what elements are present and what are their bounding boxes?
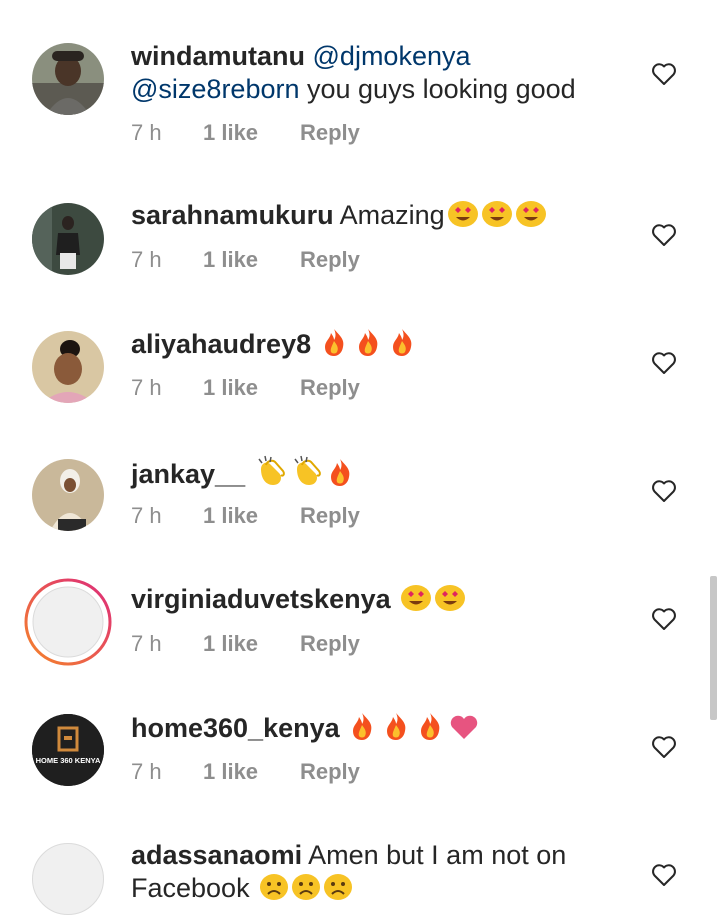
avatar[interactable] — [32, 843, 104, 915]
comment-likes[interactable]: 1 like — [203, 120, 258, 146]
comments-list: windamutanu @djmokenya @size8reborn you … — [0, 0, 720, 924]
clap-emoji-icon — [255, 455, 289, 495]
like-heart-icon[interactable] — [651, 351, 677, 375]
comment-username[interactable]: adassanaomi — [131, 840, 302, 870]
heart-eyes-emoji-icon — [400, 584, 432, 620]
frown-emoji-icon — [259, 873, 289, 909]
fire-emoji-icon — [389, 327, 415, 365]
avatar[interactable] — [24, 578, 112, 666]
like-heart-icon[interactable] — [651, 223, 677, 247]
comment-text: Amazing — [339, 200, 445, 230]
avatar-logo-text: HOME 360 KENYA — [36, 756, 101, 765]
reply-button[interactable]: Reply — [300, 247, 360, 273]
reply-button[interactable]: Reply — [300, 375, 360, 401]
heart-eyes-emoji-icon — [481, 200, 513, 236]
fire-emoji-icon — [327, 457, 353, 495]
comment-time: 7 h — [131, 631, 162, 656]
comment-username[interactable]: home360_kenya — [131, 713, 340, 743]
comment-username[interactable]: jankay__ — [131, 459, 245, 489]
fire-emoji-icon — [349, 711, 375, 749]
comment-time: 7 h — [131, 120, 162, 145]
frown-emoji-icon — [291, 873, 321, 909]
fire-emoji-icon — [321, 327, 347, 365]
like-heart-icon[interactable] — [651, 863, 677, 887]
comment-username[interactable]: sarahnamukuru — [131, 200, 334, 230]
comment-likes[interactable]: 1 like — [203, 375, 258, 401]
clap-emoji-icon — [291, 455, 325, 495]
frown-emoji-icon — [323, 873, 353, 909]
comment-text: Amen but I am not on — [308, 840, 567, 870]
reply-button[interactable]: Reply — [300, 120, 360, 146]
reply-button[interactable]: Reply — [300, 631, 360, 657]
comment-username[interactable]: virginiaduvetskenya — [131, 584, 391, 614]
like-heart-icon[interactable] — [651, 62, 677, 86]
mention-link[interactable]: @size8reborn — [131, 74, 300, 104]
comment-likes[interactable]: 1 like — [203, 631, 258, 657]
comment-likes[interactable]: 1 like — [203, 503, 258, 529]
heart-eyes-emoji-icon — [447, 200, 479, 236]
story-ring[interactable] — [24, 578, 112, 666]
like-heart-icon[interactable] — [651, 607, 677, 631]
avatar[interactable] — [32, 43, 104, 115]
avatar[interactable] — [32, 203, 104, 275]
like-heart-icon[interactable] — [651, 479, 677, 503]
fire-emoji-icon — [383, 711, 409, 749]
comment-time: 7 h — [131, 247, 162, 272]
fire-emoji-icon — [417, 711, 443, 749]
pink-heart-emoji-icon — [449, 715, 479, 749]
avatar[interactable] — [32, 331, 104, 403]
scrollbar[interactable] — [710, 576, 717, 720]
avatar[interactable] — [32, 459, 104, 531]
mention-link[interactable]: @djmokenya — [313, 41, 471, 71]
comment-text: you guys looking good — [299, 74, 576, 104]
comment-time: 7 h — [131, 375, 162, 400]
reply-button[interactable]: Reply — [300, 503, 360, 529]
heart-eyes-emoji-icon — [515, 200, 547, 236]
comment-text-line2: Facebook — [131, 873, 250, 903]
fire-emoji-icon — [355, 327, 381, 365]
reply-button[interactable]: Reply — [300, 759, 360, 785]
avatar[interactable]: HOME 360 KENYA — [32, 714, 104, 786]
comment-time: 7 h — [131, 759, 162, 784]
heart-eyes-emoji-icon — [434, 584, 466, 620]
like-heart-icon[interactable] — [651, 735, 677, 759]
comment-time: 7 h — [131, 503, 162, 528]
comment-username[interactable]: windamutanu — [131, 41, 305, 71]
comment-likes[interactable]: 1 like — [203, 759, 258, 785]
comment-likes[interactable]: 1 like — [203, 247, 258, 273]
comment-username[interactable]: aliyahaudrey8 — [131, 329, 311, 359]
